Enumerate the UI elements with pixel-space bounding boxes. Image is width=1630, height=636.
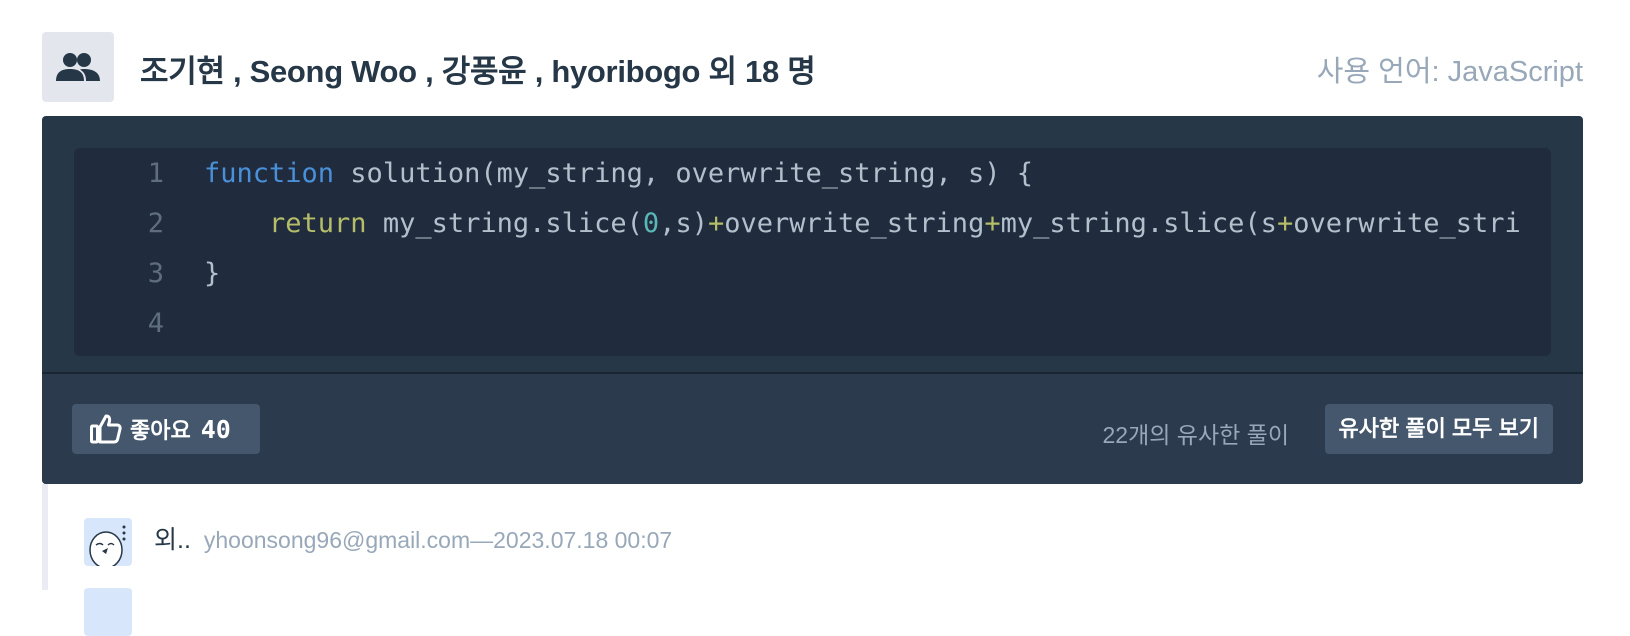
avatar [84,518,132,566]
code-block: 1 function solution(my_string, overwrite_… [74,148,1551,356]
comment-list: 외.. yhoonsong96@gmail.com—2023.07.18 00:… [42,484,1583,636]
like-button[interactable]: 좋아요 40 [72,404,260,454]
group-avatar [42,32,114,102]
comment: 외.. yhoonsong96@gmail.com—2023.07.18 00:… [154,520,672,556]
penguin-avatar-icon [89,525,126,566]
view-similar-button[interactable]: 유사한 풀이 모두 보기 [1324,404,1553,454]
like-count: 40 [200,414,231,444]
line-number: 4 [147,308,164,339]
solution-footer: 좋아요 40 22개의 유사한 풀이 유사한 풀이 모두 보기 [42,374,1583,484]
author-list: 조기현 , Seong Woo , 강풍윤 , hyoribogo 외 18 명 [140,54,816,89]
code-text: function solution(my_string, overwrite_s… [204,158,1034,189]
solution-panel: 1 function solution(my_string, overwrite_… [42,116,1583,484]
code-line: 2 return my_string.slice(0,s)+overwrite_… [74,198,1551,250]
code-line: 4 [74,298,1551,350]
comment-author[interactable]: yhoonsong96@gmail.com [204,527,470,553]
language-label: 사용 언어: JavaScript [1316,56,1583,88]
like-label: 좋아요 [130,418,191,443]
code-text: } [204,258,221,289]
line-number: 2 [147,208,164,239]
comment-separator: — [470,527,494,553]
comment-meta: yhoonsong96@gmail.com—2023.07.18 00:07 [204,527,672,553]
people-group-icon [56,53,100,81]
thumbs-up-icon [90,414,122,444]
code-text: return my_string.slice(0,s)+overwrite_st… [269,208,1521,239]
code-line: 1 function solution(my_string, overwrite_… [74,148,1551,200]
line-number: 3 [147,258,164,289]
avatar [84,588,132,636]
comment-body: 외.. [154,526,191,554]
code-line: 3} [74,248,1551,300]
comment-date: 2023.07.18 00:07 [493,527,673,553]
similar-count: 22개의 유사한 풀이 [1102,422,1289,448]
line-number: 1 [147,158,164,189]
solution-header: 조기현 , Seong Woo , 강풍윤 , hyoribogo 외 18 명… [42,32,1583,102]
